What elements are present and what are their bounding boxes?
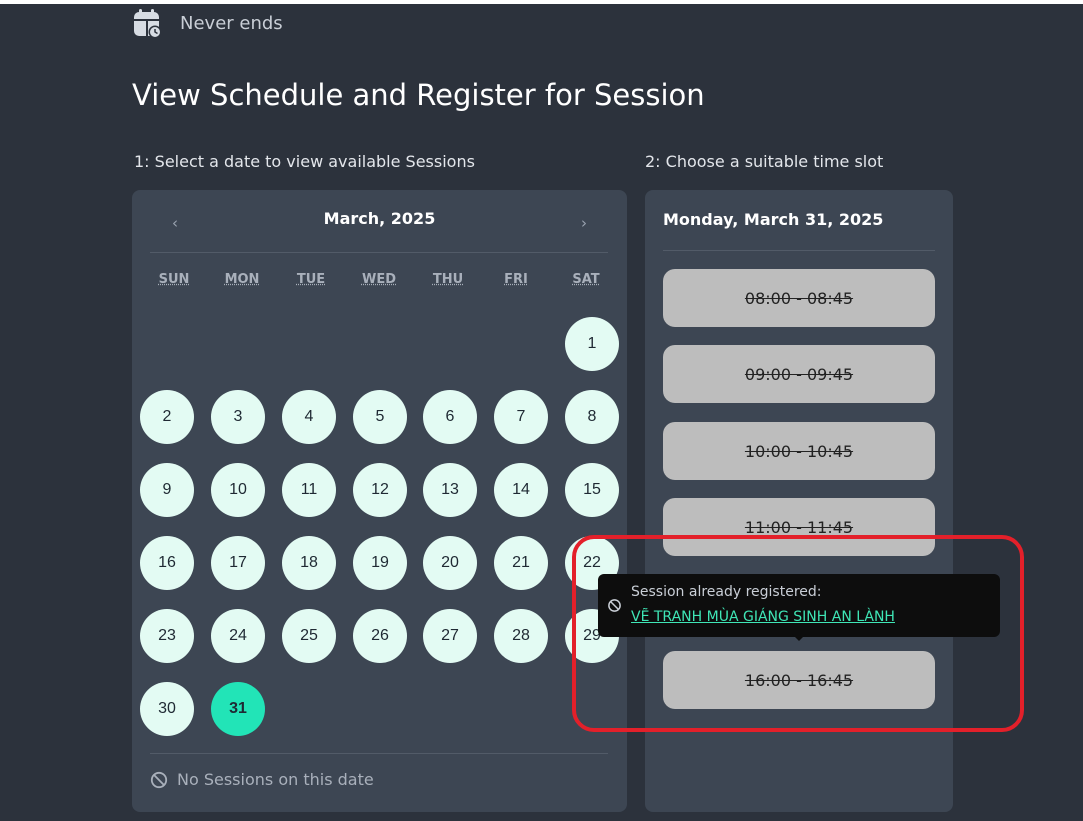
calendar-day[interactable]: 28 bbox=[494, 609, 548, 663]
calendar-day[interactable]: 24 bbox=[211, 609, 265, 663]
weekday-wed: WED bbox=[361, 272, 396, 287]
no-sessions-text: No Sessions on this date bbox=[177, 770, 374, 789]
calendar-day-selected[interactable]: 31 bbox=[211, 682, 265, 736]
time-slot-disabled: 10:00 - 10:45 bbox=[663, 422, 935, 480]
calendar-day[interactable]: 23 bbox=[140, 609, 194, 663]
step1-heading: 1: Select a date to view available Sessi… bbox=[134, 152, 475, 171]
calendar-day[interactable]: 7 bbox=[494, 390, 548, 444]
calendar-day[interactable]: 15 bbox=[565, 463, 619, 517]
month-label: March, 2025 bbox=[323, 209, 436, 228]
calendar-day[interactable]: 25 bbox=[282, 609, 336, 663]
repeat-text: Never ends bbox=[180, 12, 283, 34]
step2-heading: 2: Choose a suitable time slot bbox=[645, 152, 884, 171]
weekday-thu: THU bbox=[432, 272, 464, 287]
calendar-day[interactable]: 3 bbox=[211, 390, 265, 444]
calendar-day[interactable]: 1 bbox=[565, 317, 619, 371]
calendar-day[interactable]: 18 bbox=[282, 536, 336, 590]
calendar-repeat-icon bbox=[134, 9, 162, 38]
calendar-day[interactable]: 10 bbox=[211, 463, 265, 517]
selected-date-label: Monday, March 31, 2025 bbox=[663, 210, 884, 229]
calendar-divider bbox=[150, 252, 608, 253]
calendar-day[interactable]: 5 bbox=[353, 390, 407, 444]
weekday-fri: FRI bbox=[504, 272, 528, 287]
calendar-day[interactable]: 17 bbox=[211, 536, 265, 590]
calendar-day[interactable]: 21 bbox=[494, 536, 548, 590]
weekday-sun: SUN bbox=[158, 272, 190, 287]
weekday-mon: MON bbox=[224, 272, 260, 287]
weekday-tue: TUE bbox=[296, 272, 326, 287]
calendar-day[interactable]: 13 bbox=[423, 463, 477, 517]
time-slot-disabled: 08:00 - 08:45 bbox=[663, 269, 935, 327]
calendar-day[interactable]: 2 bbox=[140, 390, 194, 444]
calendar-day[interactable]: 11 bbox=[282, 463, 336, 517]
calendar-day[interactable]: 12 bbox=[353, 463, 407, 517]
calendar-day[interactable]: 26 bbox=[353, 609, 407, 663]
highlight-box bbox=[572, 535, 1024, 732]
calendar-day[interactable]: 9 bbox=[140, 463, 194, 517]
calendar-day[interactable]: 27 bbox=[423, 609, 477, 663]
calendar-day[interactable]: 20 bbox=[423, 536, 477, 590]
calendar-day[interactable]: 6 bbox=[423, 390, 477, 444]
calendar-day[interactable]: 8 bbox=[565, 390, 619, 444]
calendar-footer-divider bbox=[150, 753, 608, 754]
calendar-day[interactable]: 14 bbox=[494, 463, 548, 517]
calendar-day[interactable]: 16 bbox=[140, 536, 194, 590]
page-title: View Schedule and Register for Session bbox=[132, 78, 705, 112]
slots-divider bbox=[663, 250, 935, 251]
ban-icon bbox=[150, 771, 168, 788]
weekday-sat: SAT bbox=[572, 272, 600, 287]
calendar-day[interactable]: 19 bbox=[353, 536, 407, 590]
calendar-day[interactable]: 30 bbox=[140, 682, 194, 736]
time-slot-disabled: 09:00 - 09:45 bbox=[663, 345, 935, 403]
repeat-info: Never ends bbox=[133, 8, 283, 38]
no-sessions-note: No Sessions on this date bbox=[150, 770, 374, 789]
top-bar bbox=[0, 0, 1083, 4]
calendar-day[interactable]: 4 bbox=[282, 390, 336, 444]
